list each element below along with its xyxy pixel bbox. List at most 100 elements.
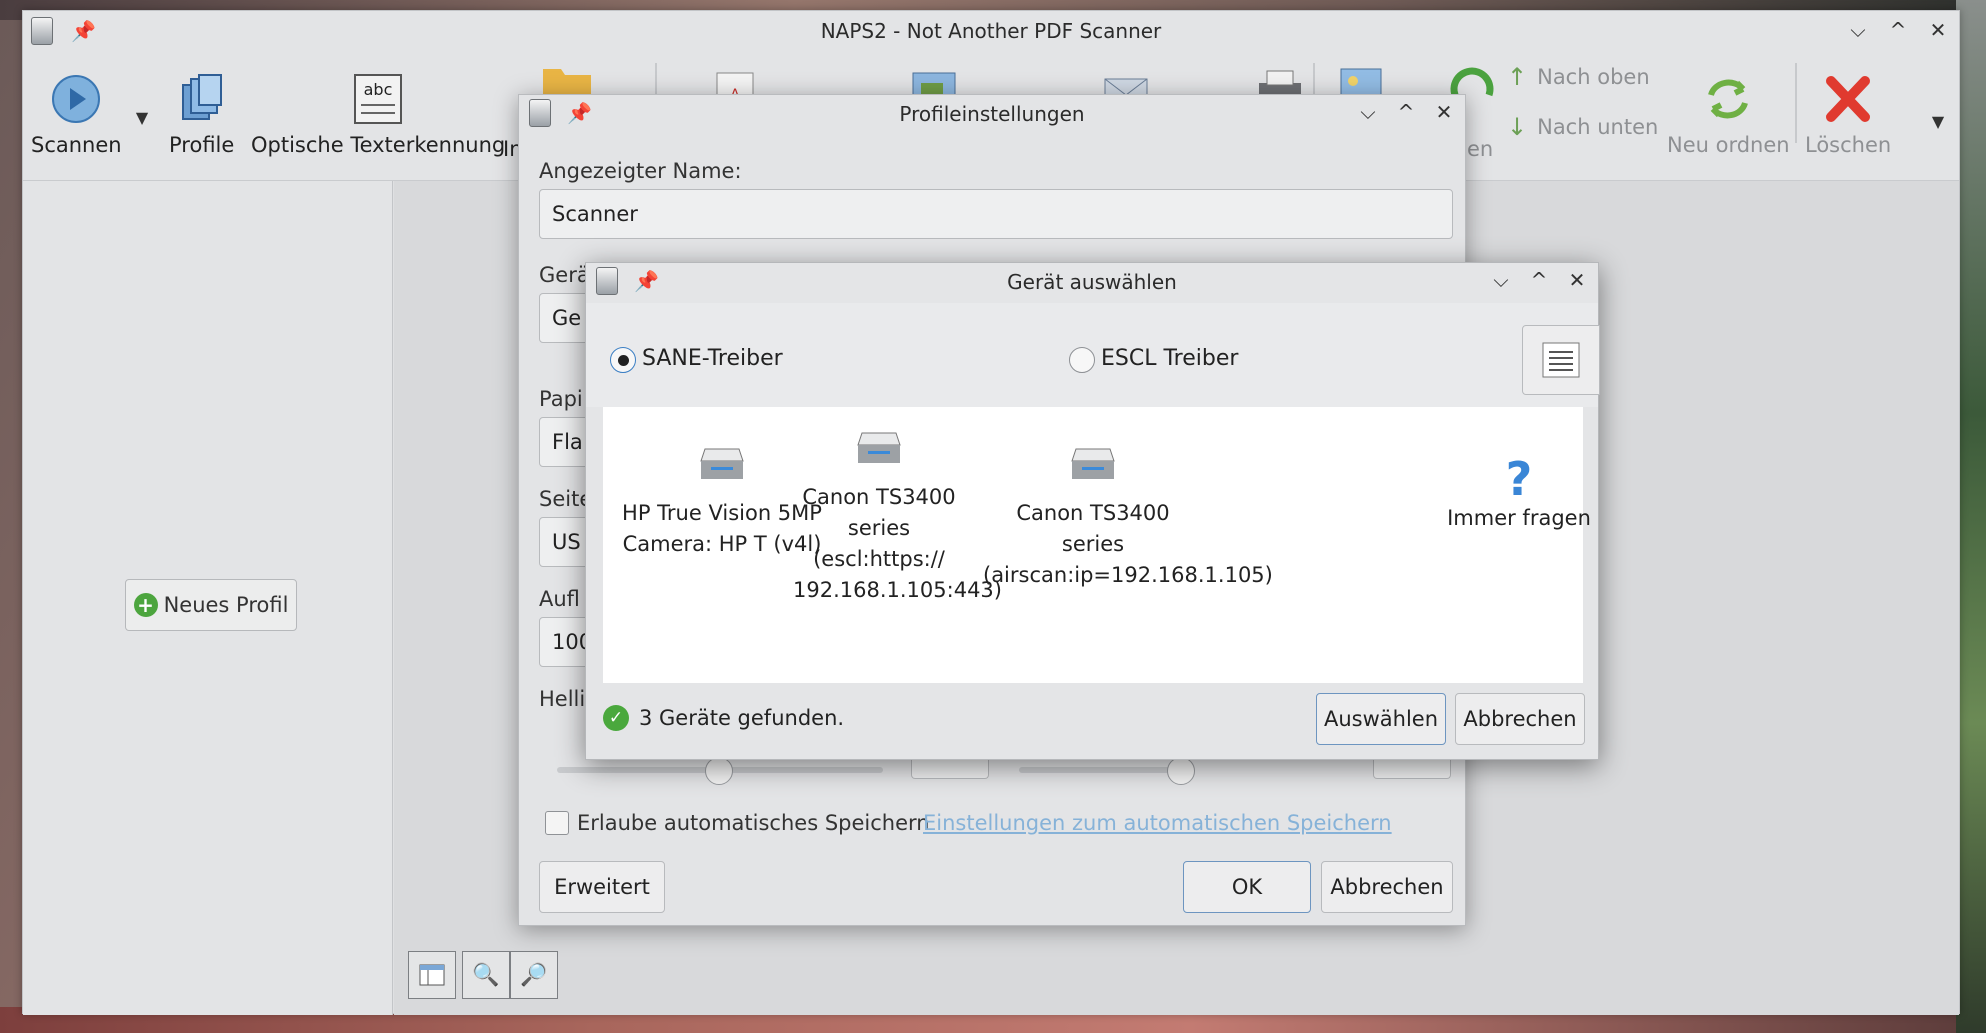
- plus-icon: +: [133, 593, 158, 617]
- profile-dialog-app-icon: [529, 99, 551, 127]
- close-icon[interactable]: ✕: [1566, 267, 1588, 293]
- move-down-button[interactable]: ↓ Nach unten: [1507, 113, 1658, 141]
- autosave-settings-link[interactable]: Einstellungen zum automatischen Speicher…: [923, 811, 1392, 835]
- view-mode-button[interactable]: [1522, 325, 1600, 395]
- display-name-value: Scanner: [552, 202, 638, 226]
- profiles-label: Profile: [169, 133, 235, 157]
- new-profile-label: Neues Profil: [163, 593, 289, 617]
- advanced-label: Erweitert: [554, 875, 650, 899]
- delete-x-icon: [1826, 76, 1871, 122]
- profiles-icon: [181, 74, 222, 120]
- sane-driver-label: SANE-Treiber: [642, 346, 783, 371]
- escl-driver-label: ESCL Treiber: [1101, 346, 1239, 371]
- ok-label: OK: [1231, 875, 1263, 899]
- list-view-icon: [1542, 342, 1580, 378]
- device-dialog-titlebar: 📌 Gerät auswählen ⌵ ^ ✕: [586, 263, 1598, 301]
- move-label-partial: en: [1467, 137, 1494, 161]
- scanner-icon: [700, 448, 744, 479]
- device-label: Gerä: [539, 263, 590, 287]
- contrast-slider[interactable]: [1019, 767, 1185, 773]
- svg-text:abc: abc: [364, 80, 393, 99]
- profile-dialog-titlebar: 📌 Profileinstellungen ⌵ ^ ✕: [519, 95, 1465, 133]
- arrow-down-icon: ↓: [1507, 113, 1528, 141]
- autosave-label: Erlaube automatisches Speichern: [577, 811, 930, 835]
- brightness-label: Helli: [539, 687, 586, 711]
- device-status: ✓ 3 Geräte gefunden.: [603, 705, 844, 731]
- autosave-checkbox[interactable]: [545, 811, 569, 835]
- reorder-icon: [1708, 79, 1749, 119]
- select-label: Auswählen: [1323, 707, 1439, 731]
- delete-button[interactable]: Löschen: [1805, 73, 1891, 157]
- paper-source-label: Papi: [539, 387, 583, 411]
- close-icon[interactable]: ✕: [1433, 99, 1455, 125]
- window-title: NAPS2 - Not Another PDF Scanner: [820, 19, 1162, 43]
- profile-dialog-title: Profileinstellungen: [899, 102, 1085, 126]
- device-status-text: 3 Geräte gefunden.: [639, 706, 845, 730]
- device-item-always-ask[interactable]: ? Immer fragen: [1441, 455, 1597, 534]
- maximize-icon[interactable]: ^: [1887, 17, 1909, 43]
- main-titlebar: 📌 NAPS2 - Not Another PDF Scanner ⌵ ^ ✕: [23, 11, 1959, 51]
- app-icon: [31, 17, 53, 45]
- layout-toggle-button[interactable]: [408, 951, 456, 999]
- device-dialog-title: Gerät auswählen: [1007, 270, 1177, 294]
- device-cancel-button[interactable]: Abbrechen: [1455, 693, 1585, 745]
- minimize-icon[interactable]: ⌵: [1357, 99, 1379, 125]
- profile-cancel-label: Abbrechen: [1330, 875, 1444, 899]
- pin-icon[interactable]: 📌: [634, 268, 659, 294]
- move-up-button[interactable]: ↑ Nach oben: [1507, 63, 1650, 91]
- new-profile-button[interactable]: + Neues Profil: [125, 579, 297, 631]
- scan-dropdown-icon[interactable]: ▼: [131, 105, 153, 131]
- device-item-canon-airscan[interactable]: Canon TS3400 series (airscan:ip=192.168.…: [983, 443, 1273, 591]
- device-name-line: series (escl:https://: [813, 516, 945, 571]
- ok-button[interactable]: OK: [1183, 861, 1311, 913]
- device-dialog-app-icon: [596, 267, 618, 295]
- toolbar-overflow-icon[interactable]: ▼: [1927, 109, 1949, 135]
- device-name-line: 192.168.1.105:443): [793, 578, 1002, 602]
- zoom-in-button[interactable]: 🔎: [510, 951, 558, 999]
- question-mark-icon: ?: [1505, 452, 1533, 506]
- device-name-line: Canon TS3400: [802, 485, 956, 509]
- advanced-button[interactable]: Erweitert: [539, 861, 665, 913]
- view-controls: 🔍 🔎: [408, 951, 558, 999]
- display-name-label: Angezeigter Name:: [539, 159, 742, 183]
- pin-icon[interactable]: 📌: [71, 18, 96, 44]
- reorder-label: Neu ordnen: [1667, 133, 1790, 157]
- maximize-icon[interactable]: ^: [1528, 267, 1550, 293]
- select-button[interactable]: Auswählen: [1316, 693, 1446, 745]
- ocr-button[interactable]: abc Optische Texterkennung: [251, 73, 505, 157]
- move-up-label: Nach oben: [1537, 65, 1650, 89]
- display-name-input[interactable]: Scanner: [539, 189, 1453, 239]
- profiles-button[interactable]: Profile: [169, 73, 234, 157]
- escl-driver-radio[interactable]: [1069, 347, 1095, 373]
- profile-cancel-button[interactable]: Abbrechen: [1321, 861, 1453, 913]
- minimize-icon[interactable]: ⌵: [1490, 267, 1512, 293]
- resolution-label: Aufl: [539, 587, 580, 611]
- scanner-icon: [857, 432, 901, 463]
- move-down-label: Nach unten: [1537, 115, 1659, 139]
- scan-label: Scannen: [31, 133, 122, 157]
- device-list[interactable]: HP True Vision 5MP Camera: HP T (v4l) Ca…: [603, 407, 1591, 683]
- select-device-dialog: 📌 Gerät auswählen ⌵ ^ ✕ SANE-Treiber ESC…: [585, 262, 1600, 760]
- device-name-line: Immer fragen: [1447, 506, 1591, 530]
- scanner-icon: [1071, 448, 1115, 479]
- device-name-line: Canon TS3400 series: [1016, 501, 1170, 556]
- pin-icon[interactable]: 📌: [567, 100, 592, 126]
- close-icon[interactable]: ✕: [1927, 17, 1949, 43]
- minimize-icon[interactable]: ⌵: [1847, 17, 1869, 43]
- maximize-icon[interactable]: ^: [1395, 99, 1417, 125]
- zoom-out-button[interactable]: 🔍: [462, 951, 510, 999]
- brightness-slider-knob[interactable]: [705, 757, 733, 785]
- scan-button[interactable]: Scannen: [31, 73, 122, 157]
- desktop-background-right: [1956, 0, 1986, 1033]
- zoom-in-icon: 🔎: [520, 962, 548, 988]
- contrast-slider-knob[interactable]: [1167, 757, 1195, 785]
- check-circle-icon: ✓: [603, 705, 629, 731]
- sane-driver-radio[interactable]: [610, 347, 636, 373]
- zoom-out-icon: 🔍: [472, 962, 500, 988]
- delete-label: Löschen: [1805, 133, 1892, 157]
- reorder-button[interactable]: Neu ordnen: [1667, 73, 1790, 157]
- profiles-pane: + Neues Profil: [23, 181, 393, 1015]
- device-item-canon-escl[interactable]: Canon TS3400 series (escl:https:// 192.1…: [793, 427, 1002, 606]
- layout-icon: [419, 964, 445, 986]
- ocr-label: Optische Texterkennung: [251, 133, 506, 157]
